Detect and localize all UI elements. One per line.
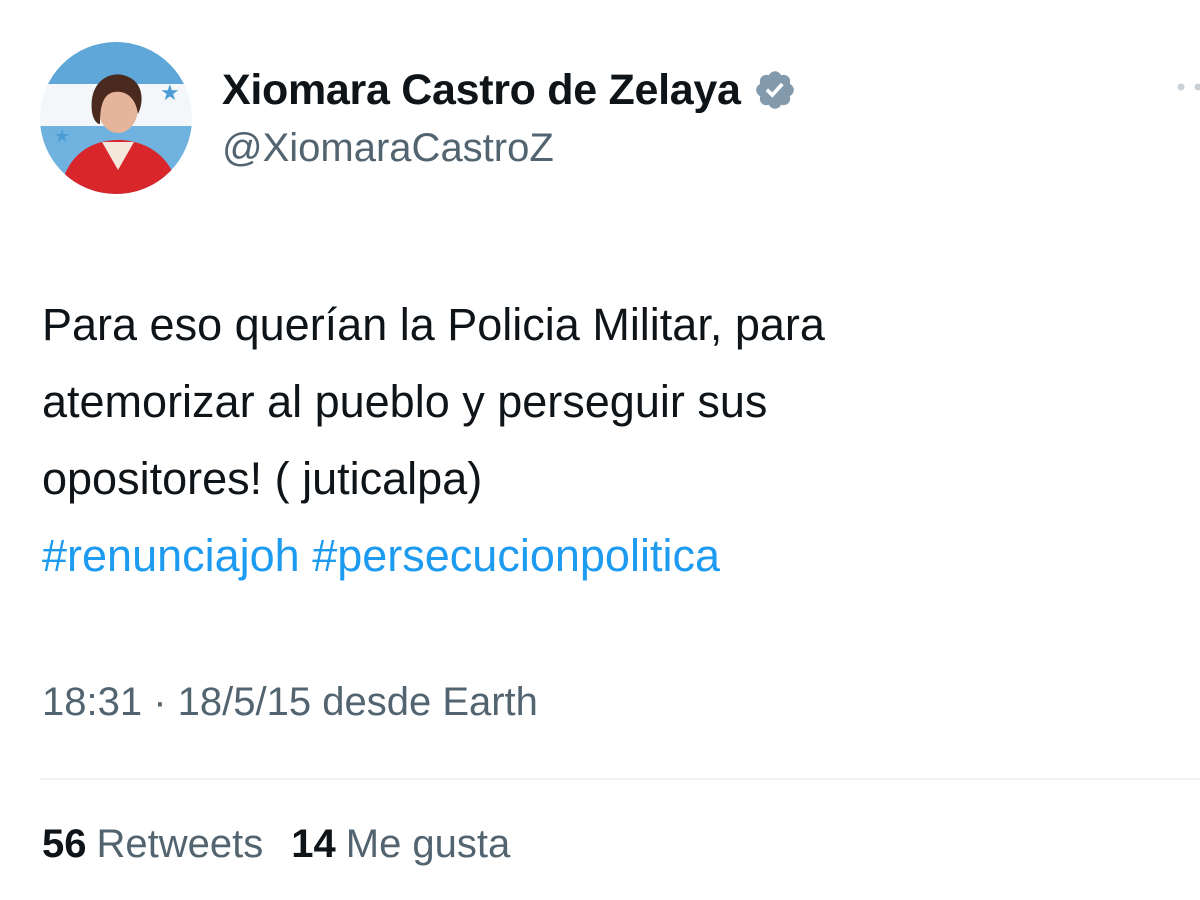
tweet-text: Para eso querían la Policia Militar, par… bbox=[42, 286, 1142, 594]
hashtags-line: #renunciajoh #persecucionpolitica bbox=[42, 517, 1142, 594]
verified-badge-icon bbox=[755, 71, 794, 109]
divider bbox=[40, 778, 1200, 780]
avatar[interactable]: ★ ★ bbox=[40, 42, 192, 194]
likes-count: 14 bbox=[291, 822, 336, 866]
author-name-row: Xiomara Castro de Zelaya bbox=[222, 60, 797, 120]
engagement-stats: 56 Retweets 14 Me gusta bbox=[42, 822, 538, 867]
hashtag-link[interactable]: #renunciajoh bbox=[42, 530, 300, 581]
likes-label: Me gusta bbox=[345, 822, 511, 866]
hashtag-link[interactable]: #persecucionpolitica bbox=[312, 530, 720, 581]
author-display-name[interactable]: Xiomara Castro de Zelaya bbox=[222, 66, 741, 115]
tweet-text-line: opositores! ( juticalpa) bbox=[42, 453, 483, 504]
author-handle[interactable]: @XiomaraCastroZ bbox=[222, 126, 554, 171]
tweet-text-line: atemorizar al pueblo y perseguir sus bbox=[42, 376, 768, 427]
tweet-card: ★ ★ Xiomara Castro de Zelaya @XiomaraCas… bbox=[0, 0, 1200, 900]
retweets-label: Retweets bbox=[96, 822, 264, 866]
svg-text:★: ★ bbox=[160, 81, 180, 106]
likes-stat[interactable]: 14 Me gusta bbox=[291, 822, 510, 867]
tweet-timestamp[interactable]: 18:31 · 18/5/15 desde Earth bbox=[42, 680, 538, 725]
avatar-image: ★ ★ bbox=[40, 42, 192, 194]
retweets-count: 56 bbox=[42, 822, 87, 866]
more-options-icon[interactable] bbox=[1174, 80, 1200, 94]
retweets-stat[interactable]: 56 Retweets bbox=[42, 822, 263, 867]
tweet-text-line: Para eso querían la Policia Militar, par… bbox=[42, 299, 825, 350]
svg-text:★: ★ bbox=[54, 126, 70, 147]
